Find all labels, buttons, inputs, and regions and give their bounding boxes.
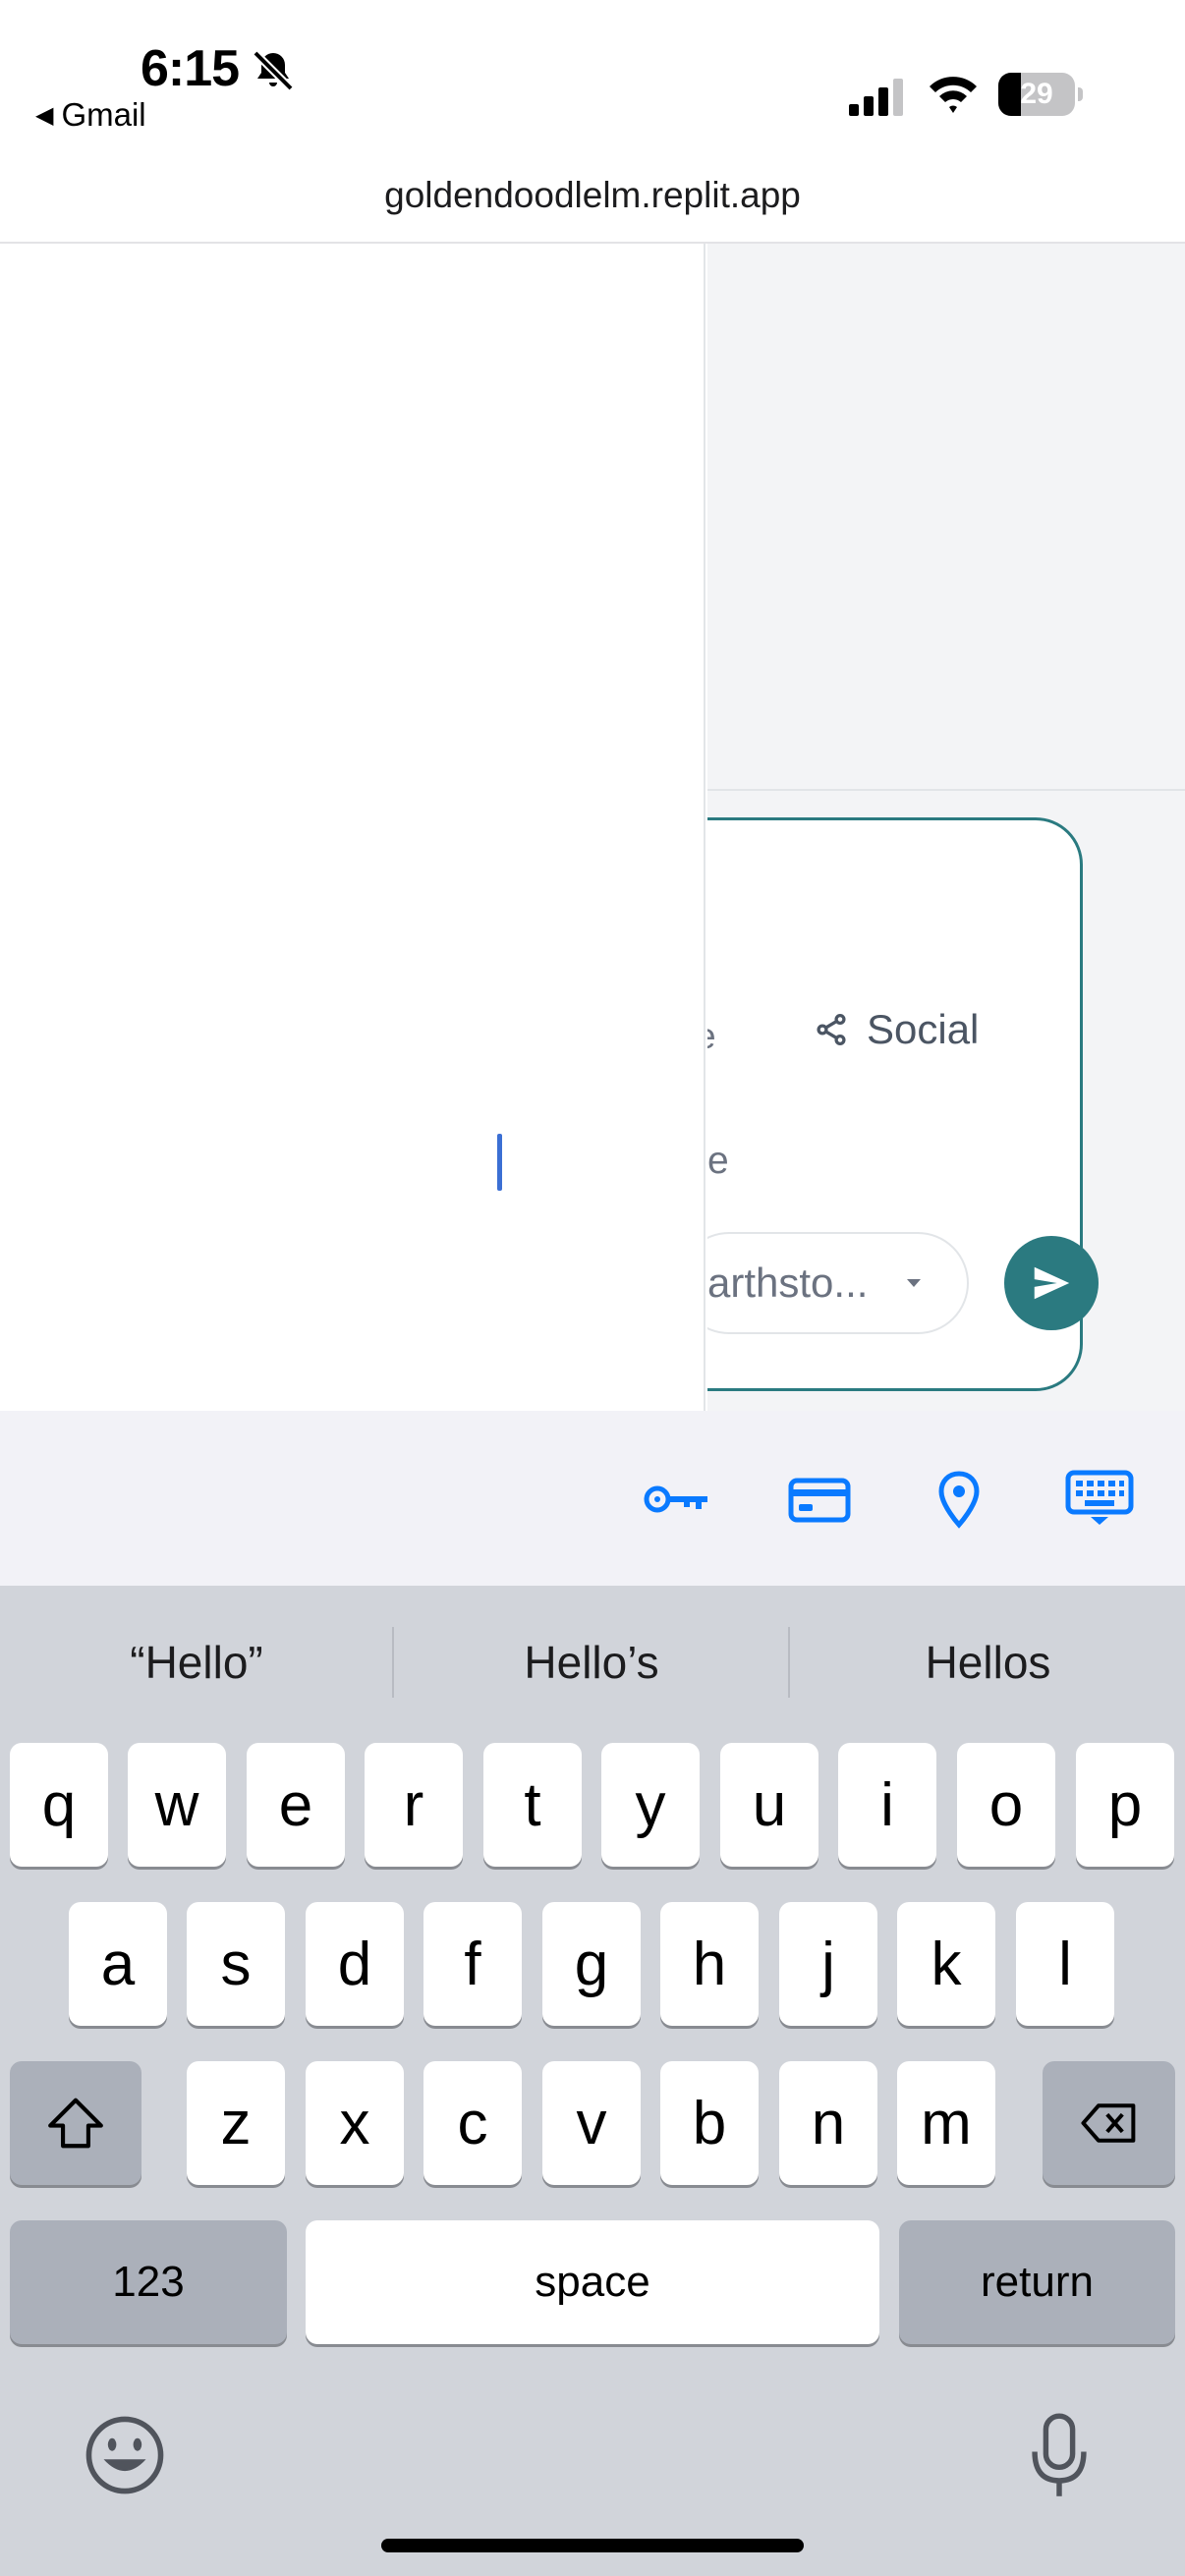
keyboard-accessory-bar <box>0 1411 1185 1586</box>
key-r[interactable]: r <box>365 1743 463 1867</box>
panel-divider <box>707 789 1185 791</box>
key-z[interactable]: z <box>187 2061 285 2185</box>
key-v[interactable]: v <box>542 2061 641 2185</box>
battery-percentage: 29 <box>1020 78 1053 110</box>
backspace-icon <box>1080 2103 1135 2143</box>
key-g[interactable]: g <box>542 1902 641 2026</box>
chevron-down-icon <box>907 1279 921 1287</box>
social-option-button[interactable]: Social <box>814 1006 979 1053</box>
key-w[interactable]: w <box>128 1743 226 1867</box>
home-indicator[interactable] <box>381 2539 804 2552</box>
suggestion-divider <box>392 1627 394 1698</box>
return-key[interactable]: return <box>899 2220 1175 2344</box>
key-x[interactable]: x <box>306 2061 404 2185</box>
text-cursor <box>497 1134 502 1191</box>
space-key[interactable]: space <box>306 2220 879 2344</box>
key-h[interactable]: h <box>660 1902 759 2026</box>
key-e[interactable]: e <box>247 1743 345 1867</box>
key-d[interactable]: d <box>306 1902 404 2026</box>
bell-slash-icon <box>253 50 294 91</box>
shift-arrow-icon <box>48 2098 103 2149</box>
send-button[interactable] <box>1004 1236 1099 1330</box>
passwords-button[interactable] <box>643 1468 711 1531</box>
wifi-icon <box>930 77 977 113</box>
key-k[interactable]: k <box>897 1902 995 2026</box>
cellular-signal-icon <box>849 79 903 116</box>
battery-icon: 29 <box>998 73 1083 116</box>
back-triangle-icon: ◀ <box>35 101 54 129</box>
keyboard-dismiss-icon <box>1065 1470 1134 1525</box>
software-keyboard: “Hello” Hello’s Hellos q w e r t y u i o… <box>0 1586 1185 2576</box>
back-app-label: Gmail <box>61 96 146 133</box>
status-bar: 6:15 ◀ Gmail 29 goldendoodlelm.replit.ap… <box>0 0 1185 244</box>
back-to-app-link[interactable]: ◀ Gmail <box>35 96 146 134</box>
key-l[interactable]: l <box>1016 1902 1114 2026</box>
model-select-value: arthsto... <box>707 1260 869 1306</box>
key-p[interactable]: p <box>1076 1743 1174 1867</box>
key-icon <box>644 1485 707 1513</box>
key-c[interactable]: c <box>423 2061 522 2185</box>
dismiss-keyboard-button[interactable] <box>1065 1468 1134 1531</box>
suggestion-1[interactable]: “Hello” <box>0 1586 393 1739</box>
key-q[interactable]: q <box>10 1743 108 1867</box>
truncated-option-label[interactable]: e <box>707 1016 727 1057</box>
suggestion-2[interactable]: Hello’s <box>395 1586 788 1739</box>
share-icon <box>817 1013 846 1046</box>
autofill-address-button[interactable] <box>937 1468 981 1531</box>
social-option-label: Social <box>867 1006 980 1052</box>
key-u[interactable]: u <box>720 1743 818 1867</box>
address-bar[interactable]: goldendoodlelm.replit.app <box>0 175 1185 216</box>
delete-key[interactable] <box>1043 2061 1175 2185</box>
truncated-field-label: e <box>707 1140 729 1182</box>
key-a[interactable]: a <box>69 1902 167 2026</box>
key-t[interactable]: t <box>483 1743 582 1867</box>
status-time: 6:15 <box>141 40 240 97</box>
send-icon <box>1034 1266 1070 1300</box>
suggestion-3[interactable]: Hellos <box>791 1586 1185 1739</box>
left-panel[interactable] <box>0 244 705 1411</box>
right-panel: e Social e arthsto... <box>707 244 1185 1411</box>
numbers-key[interactable]: 123 <box>10 2220 287 2344</box>
key-y[interactable]: y <box>601 1743 700 1867</box>
shift-key[interactable] <box>10 2061 141 2185</box>
key-i[interactable]: i <box>838 1743 936 1867</box>
key-m[interactable]: m <box>897 2061 995 2185</box>
key-n[interactable]: n <box>779 2061 877 2185</box>
key-s[interactable]: s <box>187 1902 285 2026</box>
emoji-icon[interactable] <box>83 2413 167 2497</box>
autofill-card-button[interactable] <box>788 1468 851 1531</box>
key-b[interactable]: b <box>660 2061 759 2185</box>
credit-card-icon <box>788 1478 851 1523</box>
location-pin-icon <box>938 1471 980 1529</box>
key-f[interactable]: f <box>423 1902 522 2026</box>
key-j[interactable]: j <box>779 1902 877 2026</box>
microphone-icon[interactable] <box>1026 2411 1093 2501</box>
suggestion-divider <box>788 1627 790 1698</box>
key-o[interactable]: o <box>957 1743 1055 1867</box>
